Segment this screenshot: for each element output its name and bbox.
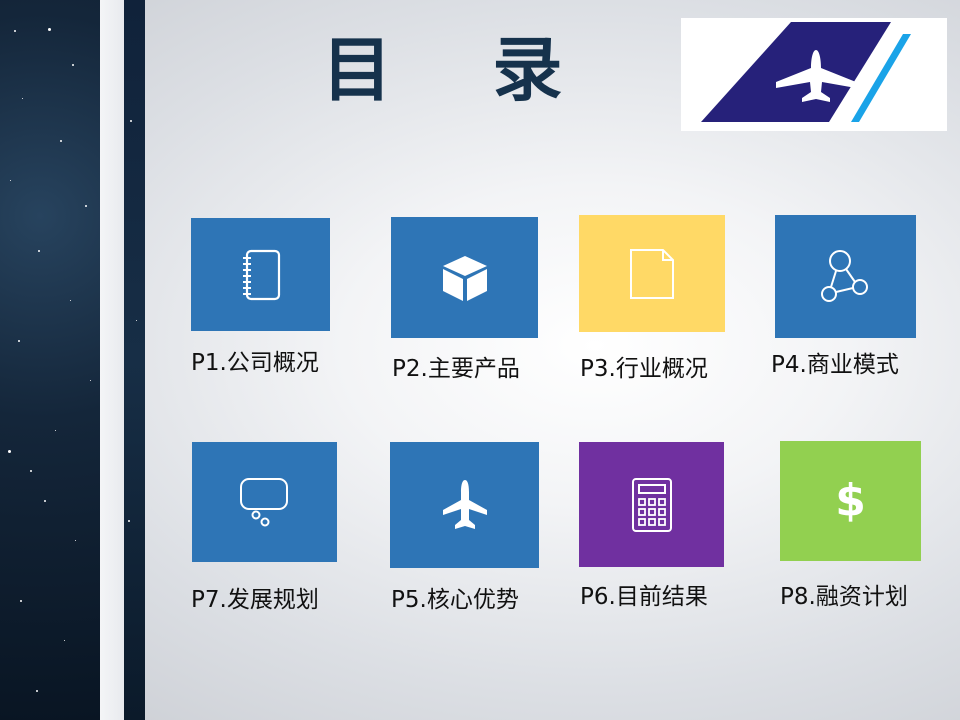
page-title: 目 录: [322, 29, 601, 111]
notebook-icon: [239, 248, 283, 302]
document-icon: [629, 248, 675, 300]
company-logo: [681, 18, 947, 131]
network-nodes-icon: [820, 249, 872, 305]
thought-bubble-icon: [238, 476, 292, 528]
label-current-results[interactable]: P6.目前结果: [580, 582, 708, 612]
label-development-plan[interactable]: P7.发展规划: [191, 585, 319, 615]
tile-financing-plan[interactable]: $: [780, 441, 921, 561]
airplane-icon: [441, 478, 489, 532]
cube-icon: [440, 253, 490, 303]
label-industry-overview[interactable]: P3.行业概况: [580, 354, 708, 384]
starfield-thin-panel: [124, 0, 145, 720]
divider-strip: [100, 0, 124, 720]
dollar-icon: $: [835, 475, 866, 526]
tile-core-advantages[interactable]: [390, 442, 539, 568]
tile-company-overview[interactable]: [191, 218, 330, 331]
label-financing-plan[interactable]: P8.融资计划: [780, 582, 908, 612]
label-core-advantages[interactable]: P5.核心优势: [391, 585, 519, 615]
tile-current-results[interactable]: [579, 442, 724, 567]
label-business-model[interactable]: P4.商业模式: [771, 350, 899, 380]
tile-development-plan[interactable]: [192, 442, 337, 562]
starfield-panel: [0, 0, 100, 720]
tile-main-products[interactable]: [391, 217, 538, 338]
label-company-overview[interactable]: P1.公司概况: [191, 348, 319, 378]
tile-industry-overview[interactable]: [579, 215, 725, 332]
calculator-icon: [631, 477, 673, 533]
tile-business-model[interactable]: [775, 215, 916, 338]
label-main-products[interactable]: P2.主要产品: [392, 354, 520, 384]
